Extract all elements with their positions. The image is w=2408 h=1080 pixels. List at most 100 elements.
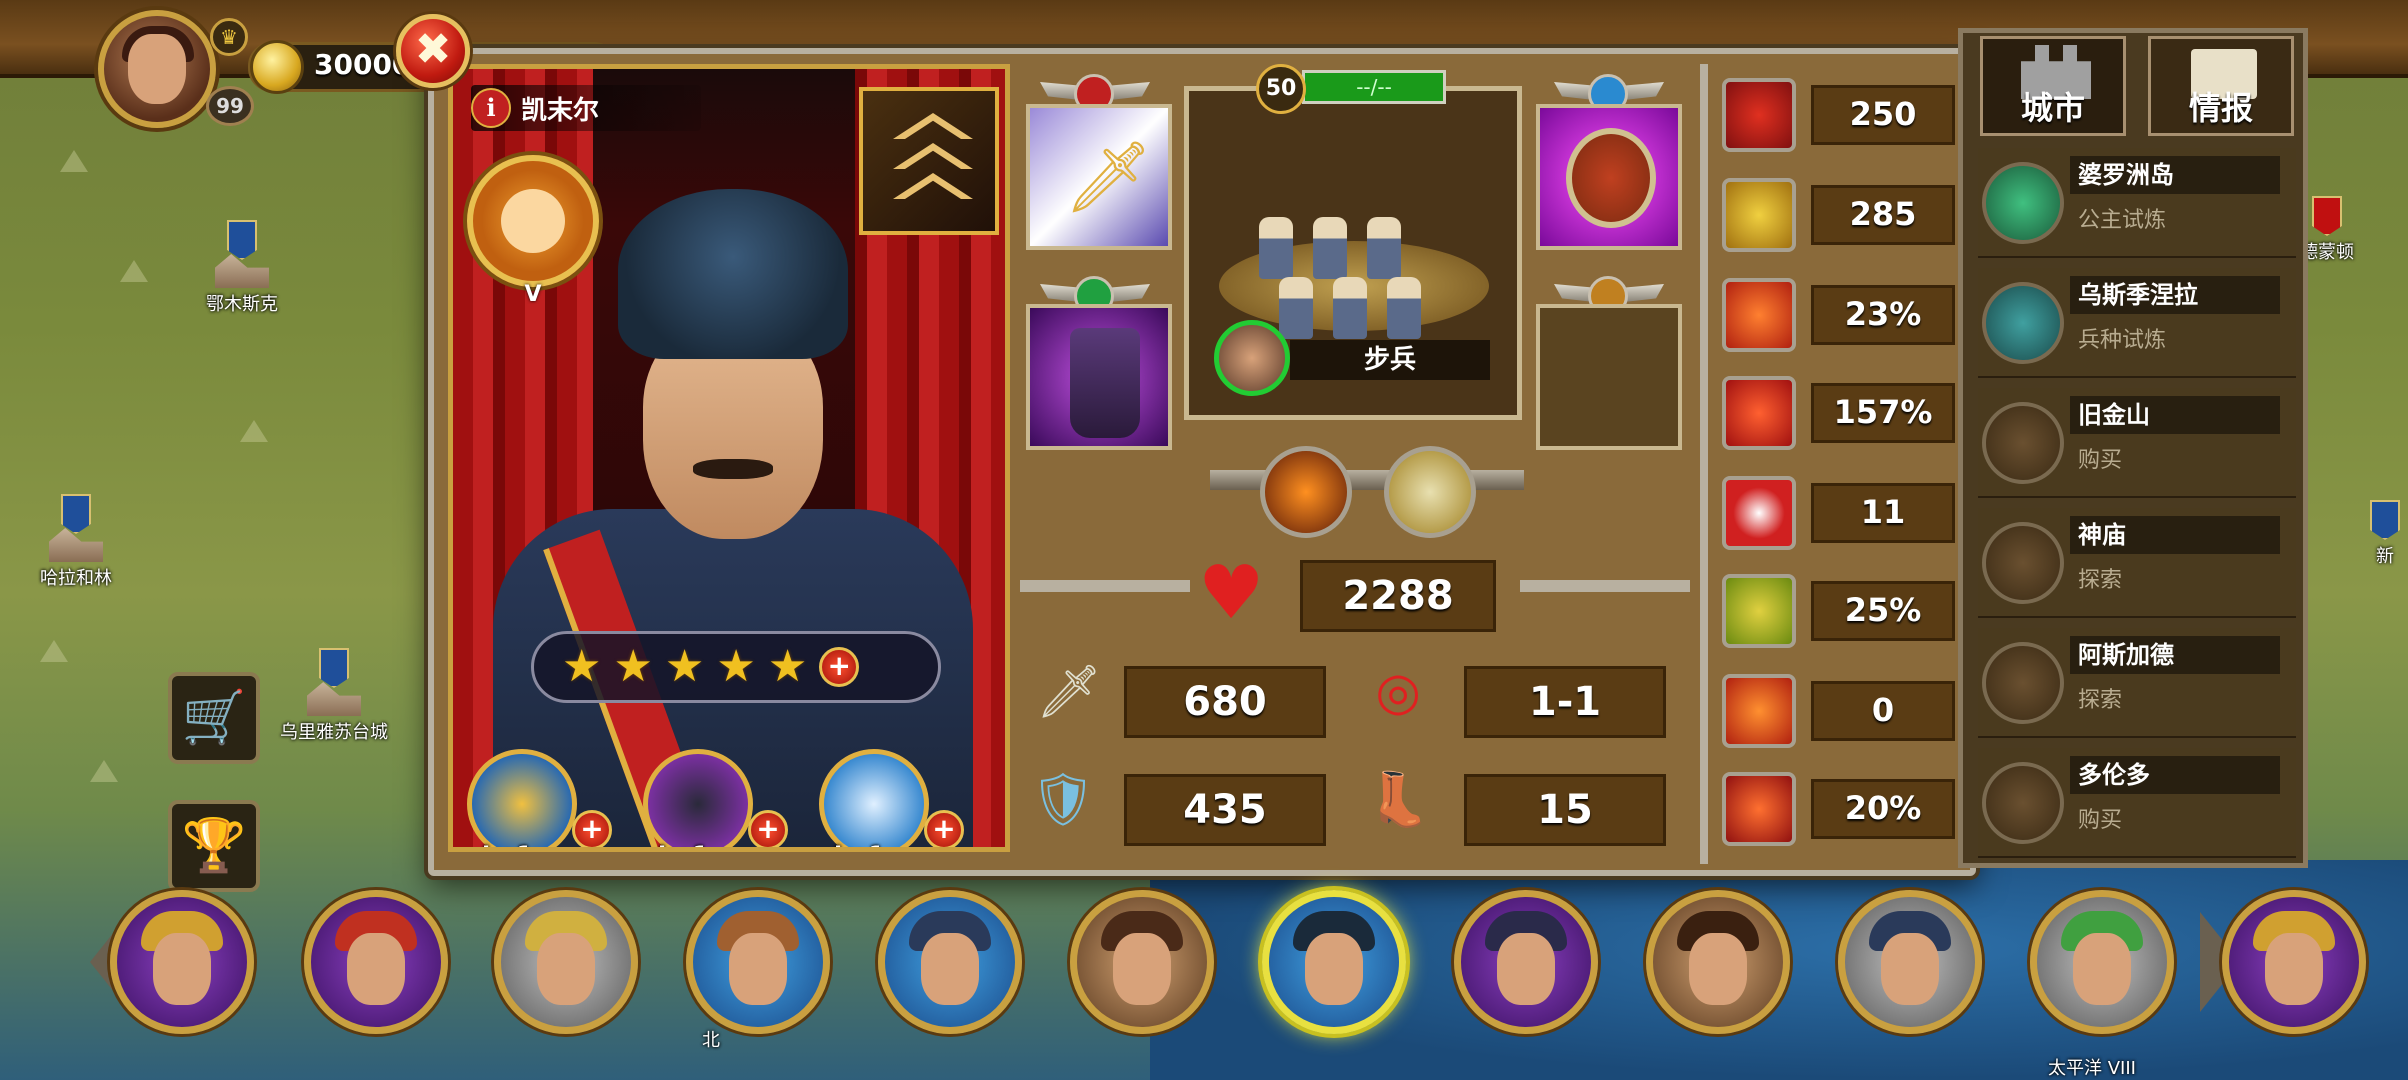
empty-equip-slot[interactable] — [1536, 304, 1682, 450]
city-label: 乌里雅苏台城 — [280, 722, 388, 743]
city-label: 新 — [2376, 546, 2394, 567]
troop-commander-avatar — [1214, 320, 1290, 396]
hero-avatar[interactable] — [110, 890, 254, 1034]
defense-shield-icon: 🛡 — [1030, 770, 1097, 830]
hero-name-plate[interactable]: i 凯末尔 — [471, 85, 701, 131]
hero-name: 凯末尔 — [521, 95, 600, 126]
soldier-figure — [1387, 277, 1421, 339]
skill-slot-1[interactable]: Lv.1 + — [467, 749, 612, 847]
skill-upgrade-button[interactable]: + — [572, 810, 612, 847]
map-city-north[interactable]: 北 — [702, 1024, 720, 1052]
rank-up-icon — [1722, 574, 1796, 648]
attr-row: 0 — [1722, 668, 1958, 748]
attr-row: 157% — [1722, 370, 1958, 450]
skill-upgrade-button[interactable]: + — [924, 810, 964, 847]
temple-icon — [1982, 522, 2064, 604]
map-city-karakorum[interactable]: 哈拉和林 — [40, 494, 112, 590]
boot-move-icon: 👢 — [1366, 770, 1431, 830]
banner-icon — [2312, 196, 2342, 236]
tab-city[interactable]: 城市 — [1980, 36, 2126, 136]
slot-connector — [1210, 470, 1524, 490]
hero-avatar[interactable] — [1646, 890, 1790, 1034]
hero-avatar[interactable] — [1070, 890, 1214, 1034]
scroll-skill-slot[interactable] — [1384, 446, 1476, 538]
map-city-uliastai[interactable]: 乌里雅苏台城 — [280, 648, 388, 744]
heal-icon — [1722, 476, 1796, 550]
handshake-icon — [501, 189, 565, 253]
hero-avatar[interactable] — [1454, 890, 1598, 1034]
attr-row: 25% — [1722, 568, 1958, 648]
tab-intel[interactable]: 情报 — [2148, 36, 2294, 136]
hero-avatar[interactable] — [878, 890, 1022, 1034]
trial-icon — [1982, 162, 2064, 244]
city-label: 鄂木斯克 — [206, 294, 278, 315]
city-list-item[interactable]: 旧金山 购买 — [1978, 388, 2296, 498]
scales-icon — [1982, 762, 2064, 844]
trophy-button[interactable]: 🏆 — [168, 800, 260, 892]
attack-sword-icon: 🗡 — [1036, 662, 1103, 722]
shop-button[interactable]: 🛒 — [168, 672, 260, 764]
city-list-item[interactable]: 婆罗洲岛 公主试炼 — [1978, 148, 2296, 258]
player-avatar[interactable] — [98, 10, 216, 128]
map-city-omsk[interactable]: 鄂木斯克 — [206, 220, 278, 316]
upgrade-star-button[interactable]: + — [819, 647, 860, 687]
troop-level: 50 — [1256, 64, 1306, 114]
fist-icon — [1722, 674, 1796, 748]
hero-rank: V — [524, 282, 542, 307]
boots-icon — [1070, 328, 1140, 438]
heart-icon: ♥ — [1198, 550, 1265, 636]
scales-icon — [1982, 402, 2064, 484]
hp-ornament-right — [1520, 580, 1690, 592]
warrior-icon — [1722, 772, 1796, 846]
star-icon: ★ — [716, 641, 756, 692]
military-rank-icon[interactable] — [859, 87, 999, 235]
city-list-item[interactable]: 乌斯季涅拉 兵种试炼 — [1978, 268, 2296, 378]
hero-avatar[interactable] — [1838, 890, 1982, 1034]
mountain-icon — [90, 760, 118, 782]
hero-avatar[interactable] — [304, 890, 448, 1034]
soldier-figure — [1367, 217, 1401, 279]
attr-row: 250 — [1722, 72, 1958, 152]
shield-slot[interactable] — [1536, 104, 1682, 250]
skill-slot-3[interactable]: Lv.1 + — [819, 749, 964, 847]
range-value: 1-1 — [1460, 662, 1670, 742]
close-button[interactable]: ✖ — [396, 14, 470, 88]
skill-upgrade-button[interactable]: + — [748, 810, 788, 847]
player-level: 99 — [206, 86, 254, 126]
soldier-figure — [1279, 277, 1313, 339]
hero-avatar[interactable] — [686, 890, 830, 1034]
soldier-figure — [1313, 217, 1347, 279]
attr-row: 285 — [1722, 172, 1958, 252]
hp-ornament-left — [1020, 580, 1190, 592]
city-list-item[interactable]: 多伦多 购买 — [1978, 748, 2296, 858]
map-city-right-edge[interactable]: 新 — [2370, 500, 2400, 568]
info-icon[interactable]: i — [471, 88, 511, 128]
attr-row: 20% — [1722, 766, 1958, 846]
city-label: 北 — [702, 1030, 720, 1051]
boots-slot[interactable] — [1026, 304, 1172, 450]
city-label: 太平洋 VIII — [2048, 1058, 2136, 1079]
hero-avatar[interactable] — [494, 890, 638, 1034]
map-city-edmonton[interactable]: 德蒙顿 — [2300, 196, 2354, 264]
troop-hp-bar: --/-- — [1302, 70, 1446, 104]
hero-avatar[interactable] — [2030, 890, 2174, 1034]
city-list-item[interactable]: 神庙 探索 — [1978, 508, 2296, 618]
mountain-icon — [120, 260, 148, 282]
fire-skill-slot[interactable] — [1260, 446, 1352, 538]
hero-avatar[interactable] — [2222, 890, 2366, 1034]
hero-avatar-selected[interactable] — [1262, 890, 1406, 1034]
shield-icon — [1566, 128, 1656, 228]
cart-icon: 🛒 — [181, 688, 247, 748]
hero-rank-medal[interactable]: V — [467, 155, 599, 307]
attr-row: 11 — [1722, 470, 1958, 550]
star-icon: ★ — [562, 641, 602, 692]
soldier-figure — [1333, 277, 1367, 339]
weapon-slot[interactable]: 🗡 — [1026, 104, 1172, 250]
map-city-pacific[interactable]: 太平洋 VIII — [2048, 1052, 2136, 1080]
crown-icon: ♛ — [210, 18, 248, 56]
bow-icon — [1722, 178, 1796, 252]
skill-slot-2[interactable]: Lv.1 + — [643, 749, 788, 847]
defense-value: 435 — [1120, 770, 1330, 850]
city-list-item[interactable]: 阿斯加德 探索 — [1978, 628, 2296, 738]
move-value: 15 — [1460, 770, 1670, 850]
